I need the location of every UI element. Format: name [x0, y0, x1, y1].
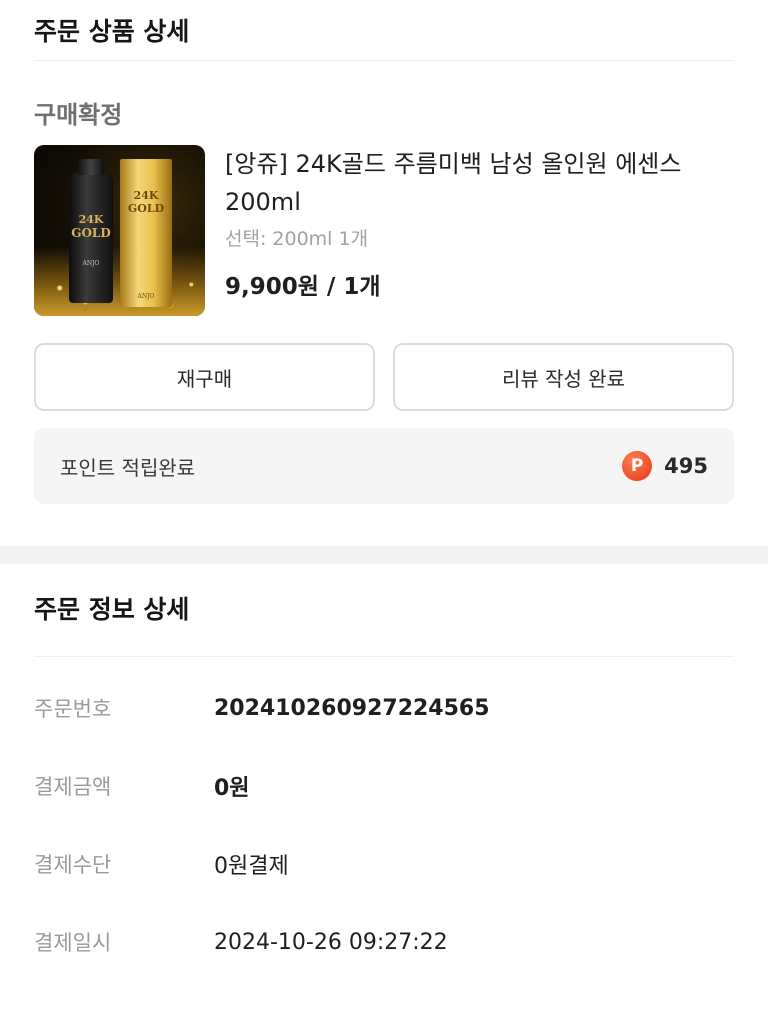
order-number-row: 주문번호 20241026092722​4565: [34, 669, 734, 747]
order-info-list: 주문번호 20241026092722​4565 결제금액 0원 결제수단 0원…: [34, 657, 734, 981]
row-label: 결제수단: [34, 853, 112, 877]
points-earned-box: 포인트 적립완료 P 495: [34, 428, 734, 504]
product-price: 9,900원 / 1개: [225, 274, 381, 300]
row-label: 결제일시: [34, 931, 112, 955]
review-complete-button[interactable]: 리뷰 작성 완료: [393, 343, 734, 411]
payment-amount-row: 결제금액 0원: [34, 747, 734, 825]
section-title: 주문 상품 상세: [34, 17, 190, 46]
points-value: 495: [664, 454, 708, 478]
product-image[interactable]: 24K GOLD ANJO 24K GOLD ANJO: [34, 145, 205, 316]
product-name[interactable]: [앙쥬] 24K골드 주름미백 남성 올인원 에센스 200ml: [225, 145, 734, 221]
points-label: 포인트 적립완료: [60, 455, 196, 480]
order-number-value: 20241026092722​4565: [214, 695, 490, 721]
payment-method-value: 0원결제: [214, 854, 289, 879]
product-box-illustration: 24K GOLD ANJO: [120, 159, 172, 307]
product-option: 선택: 200ml 1개: [225, 228, 369, 250]
point-coin-icon: P: [622, 451, 653, 481]
order-items-section: 주문 상품 상세 구매확정 24K GOLD ANJO 24K GOLD ANJ…: [0, 0, 768, 504]
row-label: 결제금액: [34, 775, 112, 799]
payment-method-row: 결제수단 0원결제: [34, 825, 734, 903]
order-info-section: 주문 정보 상세 주문번호 20241026092722​4565 결제금액 0…: [0, 564, 768, 981]
action-buttons: 재구매 리뷰 작성 완료: [34, 343, 734, 411]
product-bottle-illustration: 24K GOLD ANJO: [69, 159, 113, 303]
section-title: 주문 정보 상세: [34, 595, 190, 624]
row-label: 주문번호: [34, 697, 112, 721]
payment-date-row: 결제일시 2024-10-26 09:27:22: [34, 903, 734, 981]
product-card[interactable]: 24K GOLD ANJO 24K GOLD ANJO [앙쥬] 24K골드 주…: [34, 145, 734, 319]
payment-amount-value: 0원: [214, 776, 250, 801]
section-separator: [0, 546, 768, 564]
points-amount: P 495: [622, 451, 708, 481]
payment-date-value: 2024-10-26 09:27:22: [214, 929, 448, 955]
product-info: [앙쥬] 24K골드 주름미백 남성 올인원 에센스 200ml 선택: 200…: [225, 145, 734, 319]
rebuy-button[interactable]: 재구매: [34, 343, 375, 411]
order-status: 구매확정: [34, 101, 123, 129]
